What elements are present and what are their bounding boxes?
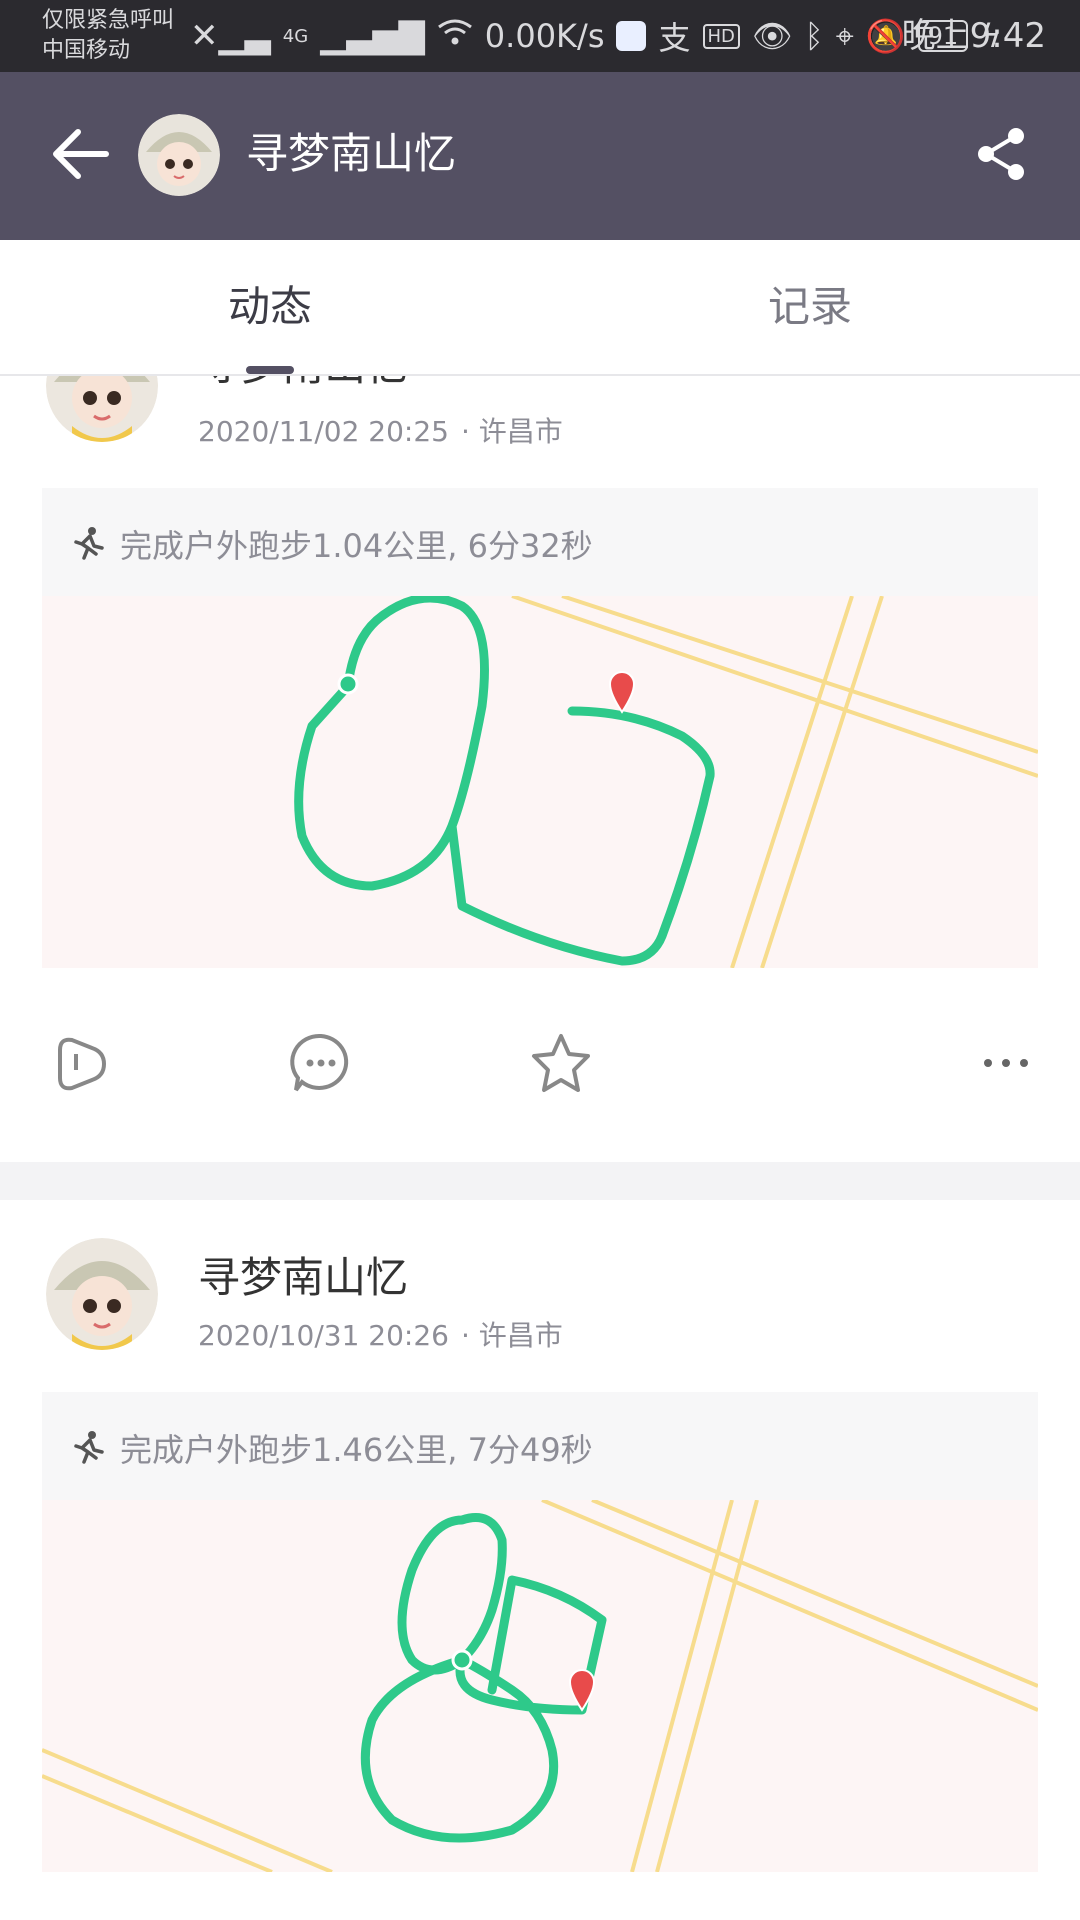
profile-name: 寻梦南山忆: [246, 129, 457, 178]
cheer-icon[interactable]: [48, 1030, 114, 1096]
comment-icon[interactable]: [288, 1030, 354, 1096]
post-location: · 许昌市: [460, 1319, 563, 1352]
share-icon: [978, 128, 1024, 180]
carrier-line-1: 仅限紧急呼叫: [42, 8, 175, 33]
start-marker: [337, 673, 359, 695]
back-button[interactable]: [48, 122, 118, 186]
post-avatar[interactable]: [46, 1238, 158, 1350]
post-meta: 2020/10/31 20:26 · 许昌市: [198, 1314, 563, 1354]
no-sim-signal-icon: ✕▁▃: [190, 16, 271, 56]
post-date: 2020/10/31 20:26: [198, 1319, 449, 1352]
post-author[interactable]: 寻梦南山忆: [198, 376, 408, 393]
signal-icon: ▁▃▅▇: [320, 16, 425, 56]
run-card[interactable]: 完成户外跑步1.46公里, 7分49秒: [42, 1392, 1038, 1872]
run-caption: 完成户外跑步1.04公里, 6分32秒: [70, 522, 593, 566]
post-author[interactable]: 寻梦南山忆: [198, 1244, 408, 1305]
network-type: 4G: [282, 25, 309, 47]
location-icon: ⌖: [835, 16, 854, 55]
avatar[interactable]: [138, 114, 220, 196]
running-icon: [74, 527, 104, 560]
run-summary: 完成户外跑步1.04公里, 6分32秒: [120, 527, 593, 565]
post-meta: 2020/11/02 20:25 · 许昌市: [198, 410, 563, 450]
more-options-icon[interactable]: [978, 1030, 1044, 1096]
baidu-app-icon: [616, 21, 647, 51]
post-date: 2020/11/02 20:25: [198, 415, 449, 448]
start-marker: [451, 1649, 473, 1671]
mute-bell-icon: 🔕: [865, 17, 906, 55]
bluetooth-icon: ᛒ: [804, 17, 824, 55]
post-avatar[interactable]: [46, 376, 158, 442]
post-location: · 许昌市: [460, 415, 563, 448]
post-actions: [0, 1018, 1080, 1108]
wifi-icon: [437, 17, 473, 55]
eye-icon: 👁: [751, 17, 793, 55]
clock: 晚上9:42: [901, 16, 1046, 56]
status-icons: ✕▁▃ 4G ▁▃▅▇ 0.00K/s ⽀ HD 👁 ᛒ ⌖ 🔕 91 ϟ: [190, 14, 1001, 58]
tab-records[interactable]: 记录: [540, 240, 1080, 374]
run-summary: 完成户外跑步1.46公里, 7分49秒: [120, 1431, 593, 1469]
favorite-star-icon[interactable]: [528, 1030, 594, 1096]
tab-bar: 动态 记录: [0, 240, 1080, 376]
share-button[interactable]: [972, 124, 1032, 184]
post-item: 寻梦南山忆 2020/10/31 20:26 · 许昌市 完成户外跑步1.46公里…: [0, 1200, 1080, 1920]
tab-dynamics[interactable]: 动态: [0, 240, 540, 374]
post-item: 寻梦南山忆 2020/11/02 20:25 · 许昌市 完成户外跑步1.04公里…: [0, 376, 1080, 1146]
run-caption: 完成户外跑步1.46公里, 7分49秒: [70, 1426, 593, 1470]
status-bar: 仅限紧急呼叫 中国移动 ✕▁▃ 4G ▁▃▅▇ 0.00K/s ⽀ HD 👁 ᛒ…: [0, 0, 1080, 72]
carrier-info: 仅限紧急呼叫 中国移动: [42, 6, 174, 66]
run-card[interactable]: 完成户外跑步1.04公里, 6分32秒: [42, 488, 1038, 968]
alipay-icon: ⽀: [658, 19, 691, 57]
app-header: 寻梦南山忆: [0, 72, 1080, 240]
network-speed: 0.00K/s: [484, 17, 605, 55]
route-map[interactable]: [42, 1500, 1038, 1872]
route-map[interactable]: [42, 596, 1038, 968]
carrier-line-2: 中国移动: [42, 38, 131, 63]
back-arrow-icon: [53, 129, 109, 179]
running-icon: [74, 1431, 104, 1464]
hd-badge: HD: [702, 23, 740, 49]
active-tab-indicator: [246, 366, 294, 374]
post-divider: [0, 1162, 1080, 1200]
activity-feed[interactable]: 寻梦南山忆 2020/11/02 20:25 · 许昌市 完成户外跑步1.04公里…: [0, 376, 1080, 1920]
